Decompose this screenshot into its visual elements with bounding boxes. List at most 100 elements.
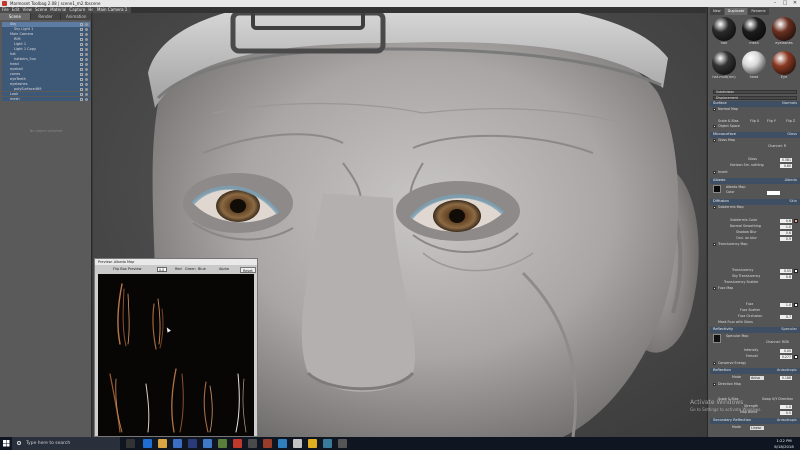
- app-icon-blue[interactable]: [203, 439, 212, 448]
- eye-icon[interactable]: [85, 37, 88, 41]
- visibility-checkbox[interactable]: [80, 52, 83, 56]
- object-space-row[interactable]: Object Space: [710, 124, 800, 129]
- task-view-icon[interactable]: [126, 439, 135, 448]
- strength-value[interactable]: 1.0: [780, 404, 792, 409]
- swap-xy-toggle[interactable]: Swap X/Y Direction: [762, 397, 793, 402]
- visibility-checkbox[interactable]: [80, 47, 83, 51]
- shadow-blur-row[interactable]: Shadow Blur 0.6: [710, 230, 800, 235]
- section-diffusion[interactable]: Diffusion Skin: [710, 199, 800, 205]
- subdermis-color-row[interactable]: Subdermis Color 0.6: [710, 218, 800, 223]
- albedo-color-row[interactable]: Color: [710, 190, 800, 195]
- flip-box-preview-label[interactable]: Flip Box Preview: [113, 265, 142, 274]
- specular-map-row[interactable]: Specular Map: [710, 334, 800, 339]
- visibility-checkbox[interactable]: [80, 32, 83, 36]
- intensity-value[interactable]: 0.00: [780, 348, 792, 353]
- section-secondary-reflection[interactable]: Secondary Reflection Anisotropic: [710, 418, 800, 424]
- horizon-value[interactable]: 0.60: [780, 163, 792, 168]
- displacement-dropdown[interactable]: Displacement: [713, 95, 797, 100]
- scene-tree-item[interactable]: eyeball: [2, 66, 90, 72]
- eye-icon[interactable]: [85, 87, 88, 91]
- tab-render[interactable]: Render: [31, 13, 62, 20]
- eye-icon[interactable]: [85, 47, 88, 51]
- material-swatch[interactable]: hair: [710, 17, 738, 49]
- reflection-mode[interactable]: Anisotropic: [777, 368, 797, 374]
- reflection-mode-row[interactable]: Mode Aniso 0.188: [710, 375, 800, 380]
- fuzz-occlusion-value[interactable]: 0.7: [780, 314, 792, 319]
- subdermis-value[interactable]: 0.6: [780, 218, 792, 223]
- app-icon-5[interactable]: [308, 439, 317, 448]
- normal-smoothing-row[interactable]: Normal Smoothing 1.0: [710, 224, 800, 229]
- rename-material-button[interactable]: Rename: [748, 8, 769, 15]
- sky-translucency-row[interactable]: Sky Translucency 0.8: [710, 274, 800, 279]
- scene-tree-item[interactable]: hatbrim_5un: [2, 56, 90, 62]
- secondary-reflection-mode[interactable]: Anisotropic: [777, 418, 797, 424]
- invert-row[interactable]: Invert: [710, 170, 800, 175]
- displacement-row[interactable]: Displacement: [710, 95, 800, 100]
- visibility-checkbox[interactable]: [80, 77, 83, 81]
- visibility-checkbox[interactable]: [80, 57, 83, 61]
- section-microsurface[interactable]: Microsurface Gloss: [710, 132, 800, 138]
- intensity-row[interactable]: Intensity 0.00: [710, 348, 800, 353]
- channel-green-toggle[interactable]: Green: [185, 265, 196, 274]
- scene-tree-item[interactable]: polySurface469: [2, 86, 90, 92]
- eye-icon[interactable]: [85, 23, 88, 26]
- app-icon-red[interactable]: [263, 439, 272, 448]
- eye-icon[interactable]: [85, 42, 88, 46]
- fuzz-scatter-row[interactable]: Fuzz Scatter: [710, 308, 800, 313]
- fuzz-value[interactable]: 1.0: [780, 302, 792, 307]
- eye-icon[interactable]: [85, 72, 88, 76]
- tab-scene[interactable]: Scene: [0, 13, 31, 20]
- eye-icon[interactable]: [85, 97, 88, 101]
- section-surface[interactable]: Surface Normals: [710, 101, 800, 107]
- channel-alpha-toggle[interactable]: Alpha: [219, 265, 229, 274]
- conserve-energy-row[interactable]: Conserve Energy: [710, 361, 800, 366]
- material-swatch[interactable]: eyelashes: [770, 17, 798, 49]
- start-button[interactable]: [0, 437, 12, 450]
- app-icon-7[interactable]: [338, 439, 347, 448]
- sky-translucency-value[interactable]: 0.8: [780, 274, 792, 279]
- scene-tree-item[interactable]: eyelashes: [2, 81, 90, 87]
- translucency-row[interactable]: Translucency 0.55: [710, 268, 800, 273]
- specular-channel-row[interactable]: Channel: RGB: [710, 340, 800, 345]
- diffusion-mode[interactable]: Skin: [789, 199, 797, 205]
- fuzz-row[interactable]: Fuzz 1.0: [710, 302, 800, 307]
- visibility-checkbox[interactable]: [80, 27, 83, 31]
- section-albedo[interactable]: Albedo Albedo: [710, 178, 800, 184]
- map-blend-value[interactable]: 0.5: [780, 410, 792, 415]
- normal-map-row[interactable]: Normal Map: [710, 107, 800, 112]
- eye-icon[interactable]: [85, 57, 88, 61]
- secondary-mode-dropdown[interactable]: Linear: [750, 425, 764, 430]
- fresnel-row[interactable]: Fresnel 0.277: [710, 354, 800, 359]
- maximize-button[interactable]: □: [780, 0, 790, 7]
- albedo-mode[interactable]: Albedo: [785, 178, 797, 184]
- scene-tree-item[interactable]: Light 1 Copy: [2, 46, 90, 52]
- specular-channel-dropdown[interactable]: Channel: RGB: [766, 340, 789, 345]
- channel-red-toggle[interactable]: Red: [175, 265, 182, 274]
- translucency-scatter-row[interactable]: Translucency Scatter: [710, 280, 800, 285]
- fresnel-swatch[interactable]: [794, 354, 798, 359]
- app-icon-3[interactable]: [278, 439, 287, 448]
- fuzz-map-row[interactable]: Fuzz Map: [710, 286, 800, 291]
- scene-tree-item[interactable]: Main Camera: [2, 31, 90, 37]
- visibility-checkbox[interactable]: [80, 82, 83, 86]
- gloss-map-row[interactable]: Gloss Map: [710, 138, 800, 143]
- section-reflection[interactable]: Reflection Anisotropic: [710, 368, 800, 374]
- visibility-checkbox[interactable]: [80, 37, 83, 41]
- albedo-color-swatch[interactable]: [767, 190, 780, 195]
- gloss-row[interactable]: Gloss 0.381: [710, 157, 800, 162]
- surface-mode[interactable]: Normals: [782, 101, 797, 107]
- scene-tree-item[interactable]: RIM: [2, 36, 90, 42]
- fuzz-swatch[interactable]: [794, 302, 798, 307]
- edge-browser-icon[interactable]: [143, 439, 152, 448]
- scene-tree-item[interactable]: Sky Light 1: [2, 26, 90, 32]
- marmoset-toolbag-icon[interactable]: [233, 439, 242, 448]
- visibility-checkbox[interactable]: [80, 67, 83, 71]
- eye-icon[interactable]: [85, 82, 88, 86]
- albedo-preview-window[interactable]: Preview: Albedo Map Flip Box Preview 0.0…: [94, 258, 258, 437]
- normal-smoothing-value[interactable]: 1.0: [780, 224, 792, 229]
- scene-tree-item[interactable]: cones: [2, 71, 90, 77]
- albedo-preview-canvas[interactable]: [98, 274, 254, 436]
- translucency-value[interactable]: 0.55: [780, 268, 792, 273]
- eye-icon[interactable]: [85, 62, 88, 66]
- preview-zoom-input[interactable]: 0.0: [157, 267, 167, 272]
